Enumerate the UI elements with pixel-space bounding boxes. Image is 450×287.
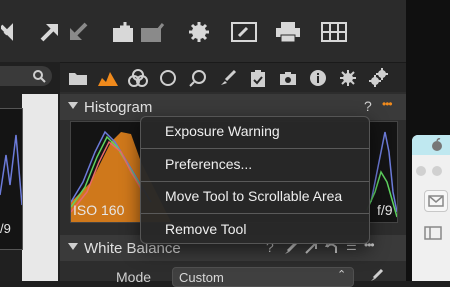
print-icon[interactable] xyxy=(274,18,302,46)
arrow-down-left-icon[interactable] xyxy=(64,18,92,46)
compose-button[interactable] xyxy=(424,190,448,212)
gear-icon[interactable] xyxy=(186,18,212,46)
eyedropper-icon[interactable] xyxy=(370,268,384,282)
more-options-icon[interactable]: ••• xyxy=(382,97,393,111)
edit-icon[interactable] xyxy=(230,18,258,46)
mode-label: Mode xyxy=(116,269,152,285)
exposure-icon[interactable] xyxy=(98,68,118,88)
envelope-icon xyxy=(428,195,444,207)
iso-label: ISO 160 xyxy=(73,202,125,218)
chevron-down-icon[interactable] xyxy=(68,102,78,109)
search-icon xyxy=(33,70,46,83)
sidebar-toggle[interactable] xyxy=(424,226,446,244)
search-icon[interactable] xyxy=(188,68,208,88)
tool-tabs xyxy=(60,62,406,93)
histogram-title: Histogram xyxy=(84,98,153,116)
add-collection-icon[interactable] xyxy=(110,18,138,46)
folder-icon[interactable] xyxy=(68,68,88,88)
expand-arrow-icon[interactable] xyxy=(0,18,16,46)
sidebar-icon xyxy=(424,226,442,240)
main-toolbar xyxy=(0,0,406,62)
clipboard-icon[interactable] xyxy=(248,68,268,88)
menu-item-remove-tool[interactable]: Remove Tool xyxy=(141,215,369,243)
mode-dropdown[interactable]: Custom ⌃ xyxy=(172,267,354,287)
batch-gear-icon[interactable] xyxy=(368,68,388,88)
menu-separator xyxy=(141,148,369,149)
menu-item-preferences[interactable]: Preferences... xyxy=(141,150,369,178)
mode-value: Custom xyxy=(179,270,224,285)
grid-icon[interactable] xyxy=(320,18,348,46)
brush-icon[interactable] xyxy=(218,68,238,88)
color-icon[interactable] xyxy=(128,68,148,88)
menu-item-move-tool[interactable]: Move Tool to Scrollable Area xyxy=(141,182,369,210)
gear-icon[interactable] xyxy=(338,68,358,88)
checkmark-collection-icon[interactable] xyxy=(138,18,166,46)
apple-icon xyxy=(432,138,442,151)
menu-separator xyxy=(141,213,369,214)
arrow-up-right-icon[interactable] xyxy=(36,18,64,46)
mail-titlebar[interactable] xyxy=(412,135,450,155)
window-control[interactable] xyxy=(416,166,426,176)
search-field[interactable] xyxy=(0,66,52,86)
context-menu: Exposure Warning Preferences... Move Too… xyxy=(140,116,370,244)
thumbnail-aperture: /9 xyxy=(0,221,11,236)
viewer-background xyxy=(22,94,58,281)
chevron-down-icon[interactable] xyxy=(68,243,78,250)
menu-item-exposure-warning[interactable]: Exposure Warning xyxy=(141,117,369,145)
info-icon[interactable] xyxy=(308,68,328,88)
help-icon[interactable]: ? xyxy=(364,98,372,114)
camera-icon[interactable] xyxy=(278,68,298,88)
thumbnail-histogram: /9 xyxy=(0,108,23,250)
chevron-up-icon: ⌃ xyxy=(337,269,347,281)
aperture-label: f/9 xyxy=(377,202,393,218)
window-control[interactable] xyxy=(432,166,442,176)
lens-icon[interactable] xyxy=(158,68,178,88)
